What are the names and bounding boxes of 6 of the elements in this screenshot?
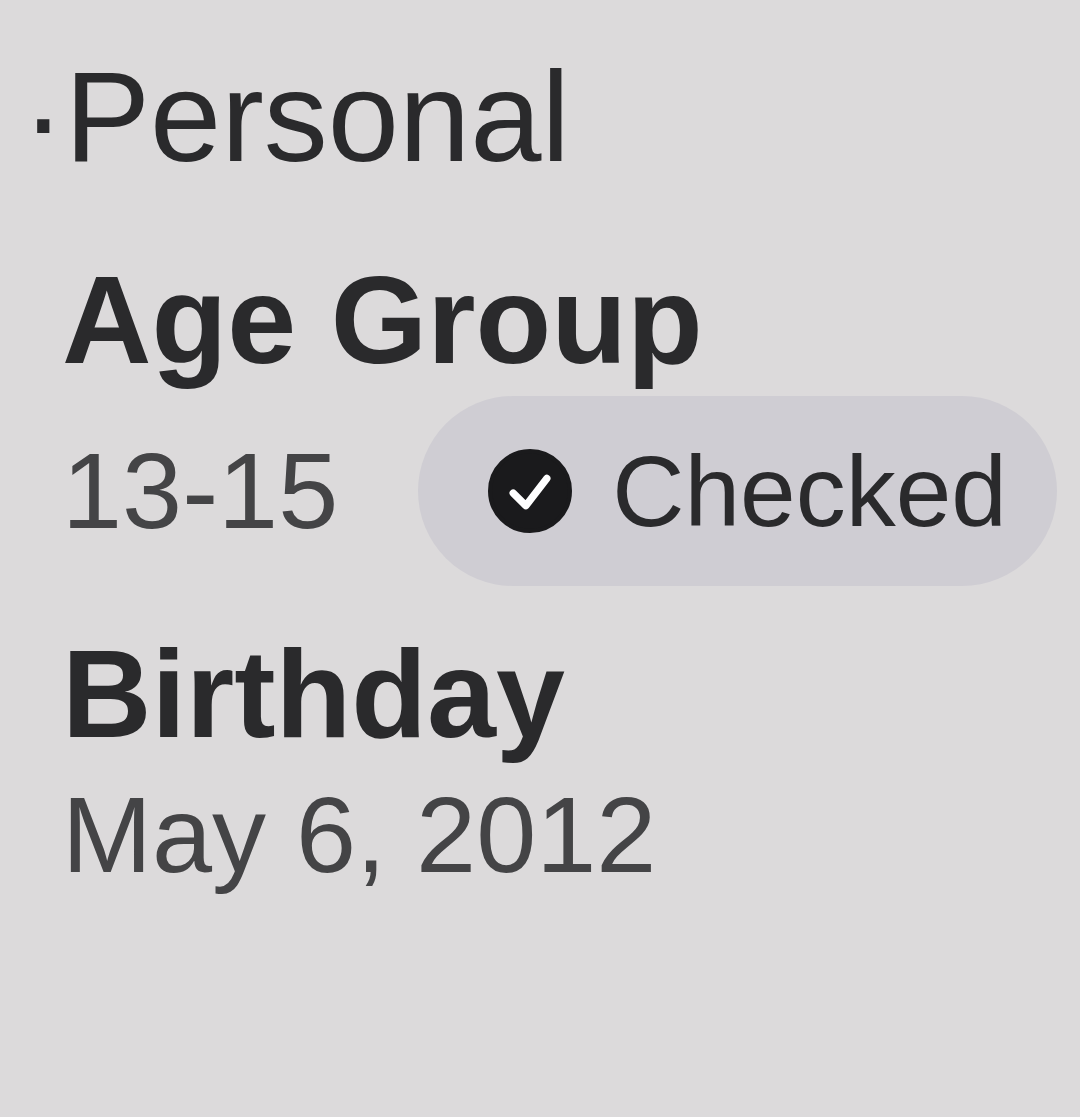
status-badge: Checked [418, 396, 1057, 586]
section-title: ·Personal [22, 44, 571, 190]
field-value: 13-15 [62, 429, 339, 554]
field-value: May 6, 2012 [62, 773, 657, 898]
field-label: Age Group [62, 251, 704, 388]
field-label: Birthday [62, 626, 566, 763]
